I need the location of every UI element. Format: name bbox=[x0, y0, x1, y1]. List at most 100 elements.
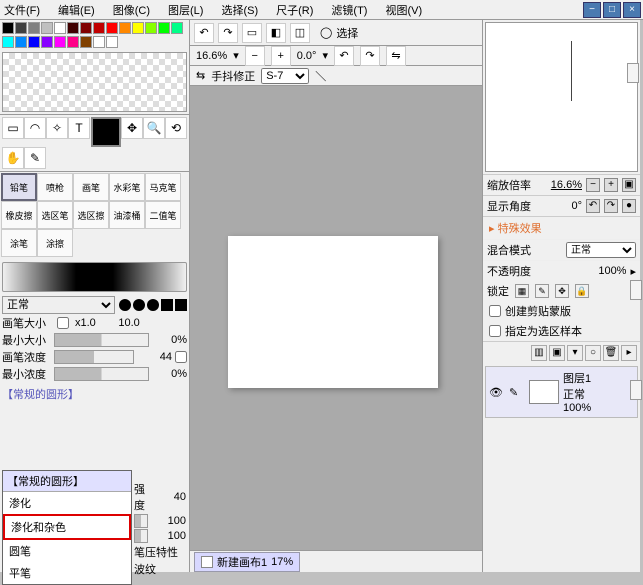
swatch[interactable] bbox=[41, 36, 53, 48]
lock-paint-icon[interactable]: ✎ bbox=[535, 284, 549, 298]
density-slider[interactable] bbox=[54, 350, 134, 364]
showsel-icon[interactable]: ◫ bbox=[290, 23, 310, 43]
swatch[interactable] bbox=[132, 22, 144, 34]
swatch[interactable] bbox=[171, 22, 183, 34]
swatch[interactable] bbox=[93, 36, 105, 48]
swatch[interactable] bbox=[15, 36, 27, 48]
zoom-value[interactable]: 16.6% bbox=[196, 50, 227, 62]
rotation-value[interactable]: 0.0° bbox=[297, 50, 317, 62]
brush-7[interactable]: 选区擦 bbox=[73, 201, 109, 229]
invert-icon[interactable]: ◧ bbox=[266, 23, 286, 43]
brush-shape-menu-header[interactable]: 【常规的圆形】 bbox=[3, 471, 131, 492]
swatch[interactable] bbox=[106, 22, 118, 34]
swatch[interactable] bbox=[119, 22, 131, 34]
zoom-in-icon[interactable]: + bbox=[271, 46, 291, 66]
brush-shape-flat[interactable]: 平笔 bbox=[3, 562, 131, 584]
swatch[interactable] bbox=[145, 22, 157, 34]
brush-9[interactable]: 二值笔 bbox=[145, 201, 181, 229]
tool-zoom[interactable]: 🔍 bbox=[143, 117, 165, 139]
layer-blend-select[interactable]: 正常 bbox=[566, 242, 636, 258]
min-density-slider[interactable] bbox=[54, 367, 149, 381]
swatch[interactable] bbox=[28, 36, 40, 48]
brush-shape-dropdown[interactable]: 【常规的圆形】 bbox=[2, 386, 79, 402]
swatch[interactable] bbox=[41, 22, 53, 34]
foreground-color[interactable] bbox=[91, 117, 121, 147]
fx-section[interactable]: 特殊效果 bbox=[483, 216, 640, 239]
brush-shape-dot2[interactable] bbox=[133, 299, 145, 311]
menu-select[interactable]: 选择(S) bbox=[221, 2, 258, 18]
document-tab[interactable]: 新建画布1 17% bbox=[194, 552, 300, 572]
tool-lasso[interactable]: ◠ bbox=[24, 117, 46, 139]
brush-4[interactable]: 马克笔 bbox=[145, 173, 181, 201]
swatch[interactable] bbox=[54, 36, 66, 48]
brush-2[interactable]: 画笔 bbox=[73, 173, 109, 201]
swatch[interactable] bbox=[2, 22, 14, 34]
brush-shape-dot3[interactable] bbox=[147, 299, 159, 311]
eye-icon[interactable]: 👁 bbox=[489, 386, 505, 398]
pen-icon[interactable]: ✎ bbox=[509, 386, 525, 398]
maximize-button[interactable]: □ bbox=[603, 2, 621, 18]
brush-8[interactable]: 油漆桶 bbox=[109, 201, 145, 229]
opacity-toggle[interactable]: ▸ bbox=[630, 265, 636, 278]
menu-image[interactable]: 图像(C) bbox=[113, 2, 150, 18]
tool-marquee[interactable]: ▭ bbox=[2, 117, 24, 139]
lock-pixels-icon[interactable]: ▦ bbox=[515, 284, 529, 298]
panel-handle-1[interactable] bbox=[627, 63, 639, 83]
menu-filter[interactable]: 滤镜(T) bbox=[331, 2, 367, 18]
rotate-cw-icon[interactable]: ↷ bbox=[360, 46, 380, 66]
lock-move-icon[interactable]: ✥ bbox=[555, 284, 569, 298]
tool-wand[interactable]: ✧ bbox=[46, 117, 68, 139]
panel-handle-2[interactable] bbox=[630, 280, 642, 300]
delete-layer-icon[interactable]: 🗑 bbox=[603, 345, 619, 361]
brush-3[interactable]: 水彩笔 bbox=[109, 173, 145, 201]
brush-10[interactable]: 涂笔 bbox=[1, 229, 37, 257]
menu-ruler[interactable]: 尺子(R) bbox=[276, 2, 313, 18]
extra-slider-2[interactable] bbox=[134, 529, 148, 543]
tool-hand[interactable]: ✋ bbox=[2, 147, 24, 169]
merge-icon[interactable]: ▾ bbox=[567, 345, 583, 361]
nav-rot-reset[interactable]: ● bbox=[622, 199, 636, 213]
swatch[interactable] bbox=[15, 22, 27, 34]
stabilizer-select[interactable]: S-7 bbox=[261, 68, 309, 84]
brush-shape-sq2[interactable] bbox=[175, 299, 187, 311]
close-button[interactable]: × bbox=[623, 2, 641, 18]
swatch[interactable] bbox=[106, 36, 118, 48]
layer-row[interactable]: 👁 ✎ 图层1 正常 100% bbox=[485, 366, 638, 418]
new-folder-icon[interactable]: ▣ bbox=[549, 345, 565, 361]
layer-menu-icon[interactable]: ▸ bbox=[621, 345, 637, 361]
canvas-area[interactable] bbox=[190, 86, 482, 566]
swatch[interactable] bbox=[80, 22, 92, 34]
extra-slider-1[interactable] bbox=[134, 514, 148, 528]
undo-icon[interactable]: ↶ bbox=[194, 23, 214, 43]
rotate-ccw-icon[interactable]: ↶ bbox=[334, 46, 354, 66]
brush-shape-round[interactable]: 圆笔 bbox=[3, 540, 131, 562]
scratchpad[interactable] bbox=[2, 52, 187, 112]
tool-rotate[interactable]: ⟲ bbox=[165, 117, 187, 139]
tool-picker[interactable]: ✎ bbox=[24, 147, 46, 169]
flip-icon[interactable]: ⇋ bbox=[386, 46, 406, 66]
nav-rot-cw[interactable]: ↷ bbox=[604, 199, 618, 213]
brush-5[interactable]: 橡皮擦 bbox=[1, 201, 37, 229]
tool-text[interactable]: T bbox=[68, 117, 90, 139]
selsample-checkbox[interactable] bbox=[489, 325, 501, 337]
nav-zoom-out[interactable]: − bbox=[586, 178, 600, 192]
line-tool-icon[interactable]: ＼ bbox=[315, 68, 326, 84]
nav-rot-ccw[interactable]: ↶ bbox=[586, 199, 600, 213]
panel-handle-3[interactable] bbox=[630, 380, 642, 400]
canvas[interactable] bbox=[228, 236, 438, 388]
density-check[interactable] bbox=[175, 351, 187, 363]
new-layer-icon[interactable]: ▥ bbox=[531, 345, 547, 361]
pressure-label[interactable]: 笔压特性 bbox=[134, 544, 178, 560]
tool-move[interactable]: ✥ bbox=[121, 117, 143, 139]
swatch[interactable] bbox=[80, 36, 92, 48]
brush-size-value[interactable]: 10.0 bbox=[104, 317, 140, 329]
lock-all-icon[interactable]: 🔒 bbox=[575, 284, 589, 298]
min-size-slider[interactable] bbox=[54, 333, 149, 347]
brush-11[interactable]: 涂擦 bbox=[37, 229, 73, 257]
brush-1[interactable]: 喷枪 bbox=[37, 173, 73, 201]
swatch[interactable] bbox=[28, 22, 40, 34]
menu-view[interactable]: 视图(V) bbox=[385, 2, 422, 18]
clear-icon[interactable]: ○ bbox=[585, 345, 601, 361]
clip-checkbox[interactable] bbox=[489, 305, 501, 317]
desel-icon[interactable]: ▭ bbox=[242, 23, 262, 43]
